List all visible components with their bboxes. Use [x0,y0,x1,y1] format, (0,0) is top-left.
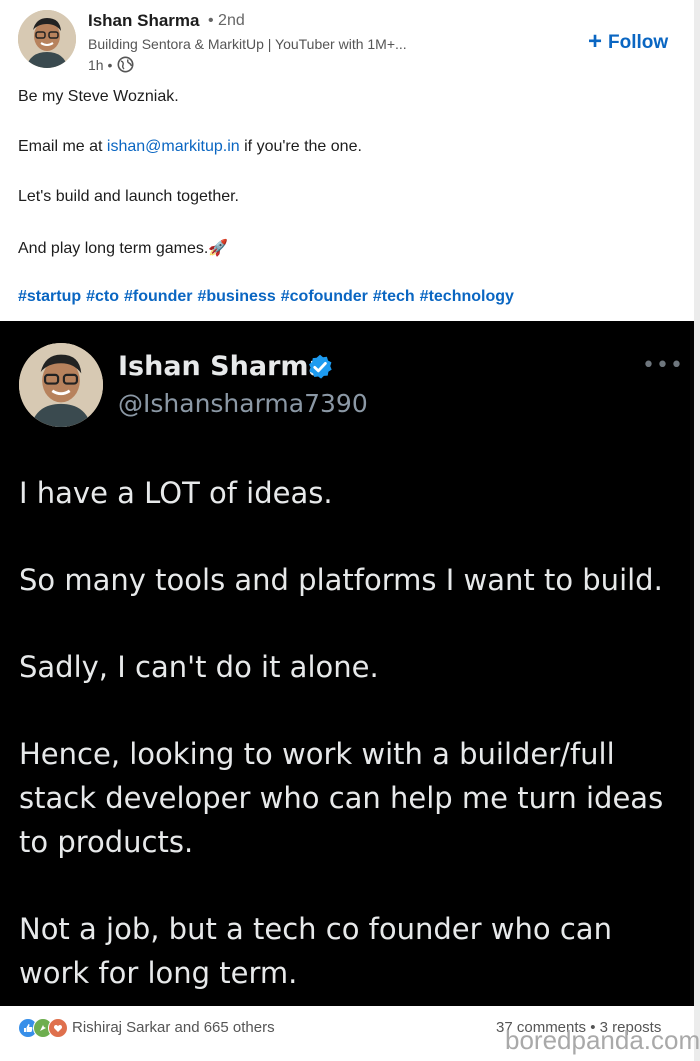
scrollbar-track [694,0,700,1061]
reactors-text[interactable]: Rishiraj Sarkar and 665 others [72,1019,275,1036]
hashtag-link[interactable]: #business [197,288,275,306]
connection-degree: • 2nd [208,12,245,29]
post-time: 1h • [88,56,113,73]
hashtag-link[interactable]: #founder [124,288,192,306]
tweet-text-line: Sadly, I can't do it alone. [19,650,379,684]
hashtag-link[interactable]: #startup [18,288,81,306]
plus-icon: + [588,28,603,55]
hashtag-link[interactable]: #cofounder [281,288,368,306]
more-options-icon: ••• [642,353,684,378]
tweet-text-line: So many tools and platforms I want to bu… [19,563,663,597]
post-text-email-line: Email me at ishan@markitup.in if you're … [18,138,362,156]
verified-badge-icon [309,354,332,379]
tweet-text-line: stack developer who can help me turn ide… [19,781,664,815]
hashtag-list: #startup #cto #founder #business #cofoun… [18,288,514,306]
hashtag-link[interactable]: #technology [420,288,514,306]
post-text-line: And play long term games.🚀 [18,240,229,257]
author-avatar[interactable] [18,10,76,68]
author-name[interactable]: Ishan Sharma [88,11,200,31]
email-suffix: if you're the one. [239,138,362,155]
tweet-text-line: I have a LOT of ideas. [19,476,333,510]
hashtag-link[interactable]: #tech [373,288,415,306]
tweet-text-line: Hence, looking to work with a builder/fu… [19,737,615,771]
love-reaction-icon [48,1018,68,1038]
tweet-text-line: to products. [19,825,194,859]
email-link[interactable]: ishan@markitup.in [107,138,240,155]
follow-label: Follow [608,32,669,53]
email-prefix: Email me at [18,138,107,155]
tweet-handle: @Ishansharma7390 [118,389,368,418]
post-text-line: Be my Steve Wozniak. [18,88,179,105]
tweet-text-line: work for long term. [19,956,298,990]
reaction-icons[interactable] [18,1018,68,1038]
tweet-avatar [19,343,103,427]
author-headline: Building Sentora & MarkitUp | YouTuber w… [88,36,407,52]
hashtag-link[interactable]: #cto [86,288,119,306]
tweet-author-name: Ishan Sharma [118,351,327,382]
embedded-tweet-image[interactable]: Ishan Sharma @Ishansharma7390 ••• I have… [0,321,694,1006]
globe-icon [117,56,134,73]
watermark: boredpanda.com [505,1025,700,1055]
follow-button[interactable]: + Follow [588,28,668,58]
linkedin-post: Ishan Sharma • 2nd Building Sentora & Ma… [0,0,694,1061]
post-text-line: Let's build and launch together. [18,188,239,205]
tweet-text-line: Not a job, but a tech co founder who can [19,912,612,946]
post-meta: 1h • [88,56,134,73]
